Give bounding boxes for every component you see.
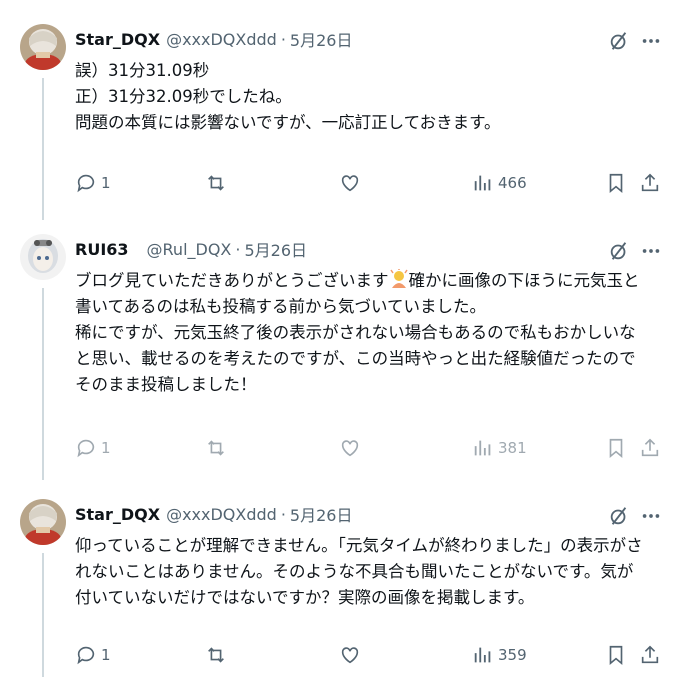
more-icon[interactable] bbox=[640, 240, 662, 262]
tweet-text-line: 正）31分32.09秒でしたね。 bbox=[75, 87, 292, 106]
retweet-icon bbox=[208, 175, 224, 191]
like-icon bbox=[341, 647, 359, 664]
avatar[interactable] bbox=[20, 24, 66, 70]
grok-icon[interactable] bbox=[608, 240, 630, 262]
separator: · bbox=[280, 29, 286, 49]
display-name[interactable]: Star_DQX bbox=[75, 505, 160, 524]
bookmark-icon bbox=[609, 438, 623, 459]
display-name[interactable]: RUI63 bbox=[75, 240, 129, 259]
tweet-header: Star_DQX @xxxDQXddd · 5月26日 bbox=[75, 502, 353, 526]
views-button[interactable]: 359 bbox=[472, 641, 527, 669]
retweet-button[interactable] bbox=[205, 434, 227, 462]
user-handle[interactable]: @xxxDQXddd bbox=[166, 505, 277, 524]
share-button[interactable] bbox=[639, 641, 661, 669]
like-icon bbox=[341, 440, 359, 457]
tweet-date[interactable]: 5月26日 bbox=[244, 237, 307, 261]
separator: · bbox=[280, 504, 286, 524]
share-icon bbox=[641, 438, 659, 457]
thread-line bbox=[42, 78, 44, 220]
share-icon bbox=[641, 173, 659, 192]
tweet-2[interactable]: RUI63 @Rul_DQX · 5月26日 ブログ見ていただきありがとうござい… bbox=[0, 210, 677, 480]
tweet-1[interactable]: Star_DQX @xxxDQXddd · 5月26日 誤）31分31.09秒 … bbox=[0, 0, 677, 220]
tweet-text-segment: ブログ見ていただきありがとうございます bbox=[75, 271, 389, 290]
tweet-text-line: 書いてあるのは私も投稿する前から気づいていました。 bbox=[75, 297, 487, 316]
more-icon[interactable] bbox=[640, 505, 662, 527]
more-icon[interactable] bbox=[640, 30, 662, 52]
reply-icon bbox=[77, 646, 95, 665]
reply-button[interactable]: 1 bbox=[75, 169, 111, 197]
tweet-text-line: れないことはありません。そのような不具合も聞いたことがないです。気が bbox=[75, 562, 634, 581]
tweet-date[interactable]: 5月26日 bbox=[290, 502, 353, 526]
user-handle[interactable]: @xxxDQXddd bbox=[166, 30, 277, 49]
tweet-text-line: 付いていないだけではないですか？実際の画像を掲載します。 bbox=[75, 588, 535, 607]
user-handle[interactable]: @Rul_DQX bbox=[147, 240, 232, 259]
bookmark-button[interactable] bbox=[605, 169, 627, 197]
views-icon bbox=[474, 440, 491, 456]
bowing-person-emoji bbox=[389, 269, 408, 288]
tweet-text-line: 仰っていることが理解できません。「元気タイムが終わりました」の表示がさ bbox=[75, 536, 643, 555]
tweet-text: ブログ見ていただきありがとうございます 確かに画像の下ほうに元気玉と 書いてあるの… bbox=[75, 268, 665, 398]
thread-line bbox=[42, 553, 44, 677]
retweet-button[interactable] bbox=[205, 169, 227, 197]
views-count: 466 bbox=[498, 174, 527, 192]
reply-count: 1 bbox=[101, 439, 111, 457]
like-icon bbox=[341, 175, 359, 192]
reply-button[interactable]: 1 bbox=[75, 641, 111, 669]
views-button[interactable]: 466 bbox=[472, 169, 527, 197]
separator: · bbox=[235, 239, 241, 259]
views-icon bbox=[474, 647, 491, 663]
retweet-icon bbox=[208, 647, 224, 663]
tweet-text-line: 稀にですが、元気玉終了後の表示がされない場合もあるので私もおかしいな bbox=[75, 323, 636, 342]
reply-icon bbox=[77, 439, 95, 458]
display-name[interactable]: Star_DQX bbox=[75, 30, 160, 49]
bookmark-icon bbox=[609, 173, 623, 194]
grok-icon[interactable] bbox=[608, 505, 630, 527]
avatar[interactable] bbox=[20, 499, 66, 545]
grok-icon[interactable] bbox=[608, 30, 630, 52]
tweet-header: RUI63 @Rul_DQX · 5月26日 bbox=[75, 237, 307, 261]
like-button[interactable] bbox=[339, 641, 361, 669]
avatar[interactable] bbox=[20, 234, 66, 280]
bookmark-icon bbox=[609, 645, 623, 666]
action-bar: 1 359 bbox=[70, 641, 670, 669]
share-button[interactable] bbox=[639, 169, 661, 197]
tweet-text-line: と思い、載せるのを考えたのですが、この当時やっと出た経験値だったので bbox=[75, 349, 636, 368]
share-icon bbox=[641, 645, 659, 664]
views-icon bbox=[474, 175, 491, 191]
views-count: 381 bbox=[498, 439, 527, 457]
reply-count: 1 bbox=[101, 646, 111, 664]
action-bar: 1 381 bbox=[70, 434, 670, 462]
action-bar: 1 466 bbox=[70, 169, 670, 197]
tweet-header: Star_DQX @xxxDQXddd · 5月26日 bbox=[75, 27, 353, 51]
retweet-button[interactable] bbox=[205, 641, 227, 669]
share-button[interactable] bbox=[639, 434, 661, 462]
views-count: 359 bbox=[498, 646, 527, 664]
tweet-text: 仰っていることが理解できません。「元気タイムが終わりました」の表示がさ れないこ… bbox=[75, 533, 665, 611]
tweet-text-line: 誤）31分31.09秒 bbox=[75, 61, 210, 80]
reply-icon bbox=[77, 174, 95, 193]
views-button[interactable]: 381 bbox=[472, 434, 527, 462]
tweet-text-line: 問題の本質には影響ないですが、一応訂正しておきます。 bbox=[75, 113, 501, 132]
tweet-text-line: ブログ見ていただきありがとうございます 確かに画像の下ほうに元気玉と bbox=[75, 268, 665, 294]
tweet-date[interactable]: 5月26日 bbox=[290, 27, 353, 51]
tweet-text: 誤）31分31.09秒 正）31分32.09秒でしたね。 問題の本質には影響ない… bbox=[75, 58, 665, 136]
reply-button[interactable]: 1 bbox=[75, 434, 111, 462]
reply-count: 1 bbox=[101, 174, 111, 192]
tweet-text-segment: 確かに画像の下ほうに元気玉と bbox=[408, 271, 640, 290]
tweet-3[interactable]: Star_DQX @xxxDQXddd · 5月26日 仰っていることが理解でき… bbox=[0, 475, 677, 677]
like-button[interactable] bbox=[339, 434, 361, 462]
retweet-icon bbox=[208, 440, 224, 456]
bookmark-button[interactable] bbox=[605, 434, 627, 462]
like-button[interactable] bbox=[339, 169, 361, 197]
thread-line bbox=[42, 288, 44, 480]
bookmark-button[interactable] bbox=[605, 641, 627, 669]
tweet-text-line: そのまま投稿しました！ bbox=[75, 375, 257, 394]
